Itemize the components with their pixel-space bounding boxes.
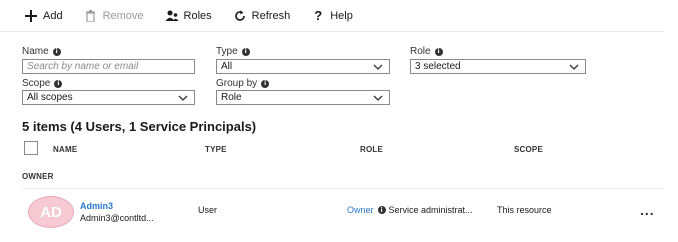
role-owner-link[interactable]: Owner (347, 205, 374, 215)
type-filter-label: Type i (216, 46, 250, 57)
remove-label: Remove (102, 9, 144, 22)
column-header-role[interactable]: ROLE (360, 145, 383, 154)
plus-icon (24, 9, 38, 23)
user-email: Admin3@contltd... (80, 213, 154, 223)
info-icon: i (52, 47, 61, 56)
info-icon: i (241, 47, 250, 56)
group-by-select-value: Role (221, 92, 242, 103)
chevron-down-icon (569, 64, 579, 70)
column-header-scope[interactable]: SCOPE (514, 145, 543, 154)
role-note: Service administrat... (388, 205, 473, 215)
refresh-button[interactable]: Refresh (233, 6, 291, 26)
chevron-down-icon (178, 95, 188, 101)
avatar: AD (28, 196, 74, 228)
info-icon: i (261, 79, 270, 88)
group-by-label: Group by i (216, 78, 270, 89)
group-by-label-text: Group by (216, 78, 258, 89)
type-label-text: Type (216, 46, 238, 57)
select-all-checkbox[interactable] (24, 141, 38, 155)
roles-label: Roles (183, 9, 212, 22)
question-icon: ? (314, 8, 323, 23)
type-select-value: All (221, 61, 233, 72)
items-summary: 5 items (4 Users, 1 Service Principals) (22, 119, 257, 134)
name-search-input[interactable]: Search by name or email (22, 59, 195, 74)
add-label: Add (43, 9, 63, 22)
user-scope-text: This resource (497, 205, 552, 215)
info-icon: i (377, 206, 386, 214)
role-select-value: 3 selected (415, 61, 461, 72)
column-header-name[interactable]: NAME (53, 145, 77, 154)
group-by-select[interactable]: Role (216, 90, 390, 105)
refresh-icon (233, 9, 247, 23)
chevron-down-icon (373, 95, 383, 101)
roles-button[interactable]: Roles (165, 6, 212, 26)
user-type: User (198, 205, 217, 215)
trash-icon (84, 9, 98, 23)
chevron-down-icon (373, 64, 383, 70)
name-search-placeholder: Search by name or email (27, 61, 139, 72)
scope-select-value: All scopes (27, 92, 73, 103)
role-filter-label: Role i (410, 46, 443, 57)
command-bar: Add Remove Roles Refresh ? Help (0, 0, 664, 32)
role-select[interactable]: 3 selected (410, 59, 586, 74)
user-name-link[interactable]: Admin3 (80, 201, 113, 211)
user-role: Owner i Service administrat... (347, 205, 473, 215)
type-select[interactable]: All (216, 59, 390, 74)
user-scope: This resource (497, 205, 552, 215)
name-filter-label: Name i (22, 46, 61, 57)
scope-label-text: Scope (22, 78, 51, 89)
more-options-button[interactable]: ... (640, 202, 655, 218)
info-icon: i (434, 47, 443, 56)
user-type-text: User (198, 205, 218, 215)
refresh-label: Refresh (251, 9, 291, 22)
help-button[interactable]: ? Help (311, 6, 353, 26)
info-icon: i (54, 79, 63, 88)
add-button[interactable]: Add (24, 6, 63, 26)
people-icon (165, 9, 179, 23)
role-label-text: Role (410, 46, 431, 57)
scope-filter-label: Scope i (22, 78, 63, 89)
column-header-type[interactable]: TYPE (205, 145, 227, 154)
remove-button[interactable]: Remove (84, 6, 144, 26)
help-label: Help (330, 9, 353, 22)
name-label-text: Name (22, 46, 49, 57)
group-header-owner: OWNER (22, 172, 54, 181)
scope-select[interactable]: All scopes (22, 90, 195, 105)
row-divider (22, 188, 662, 189)
